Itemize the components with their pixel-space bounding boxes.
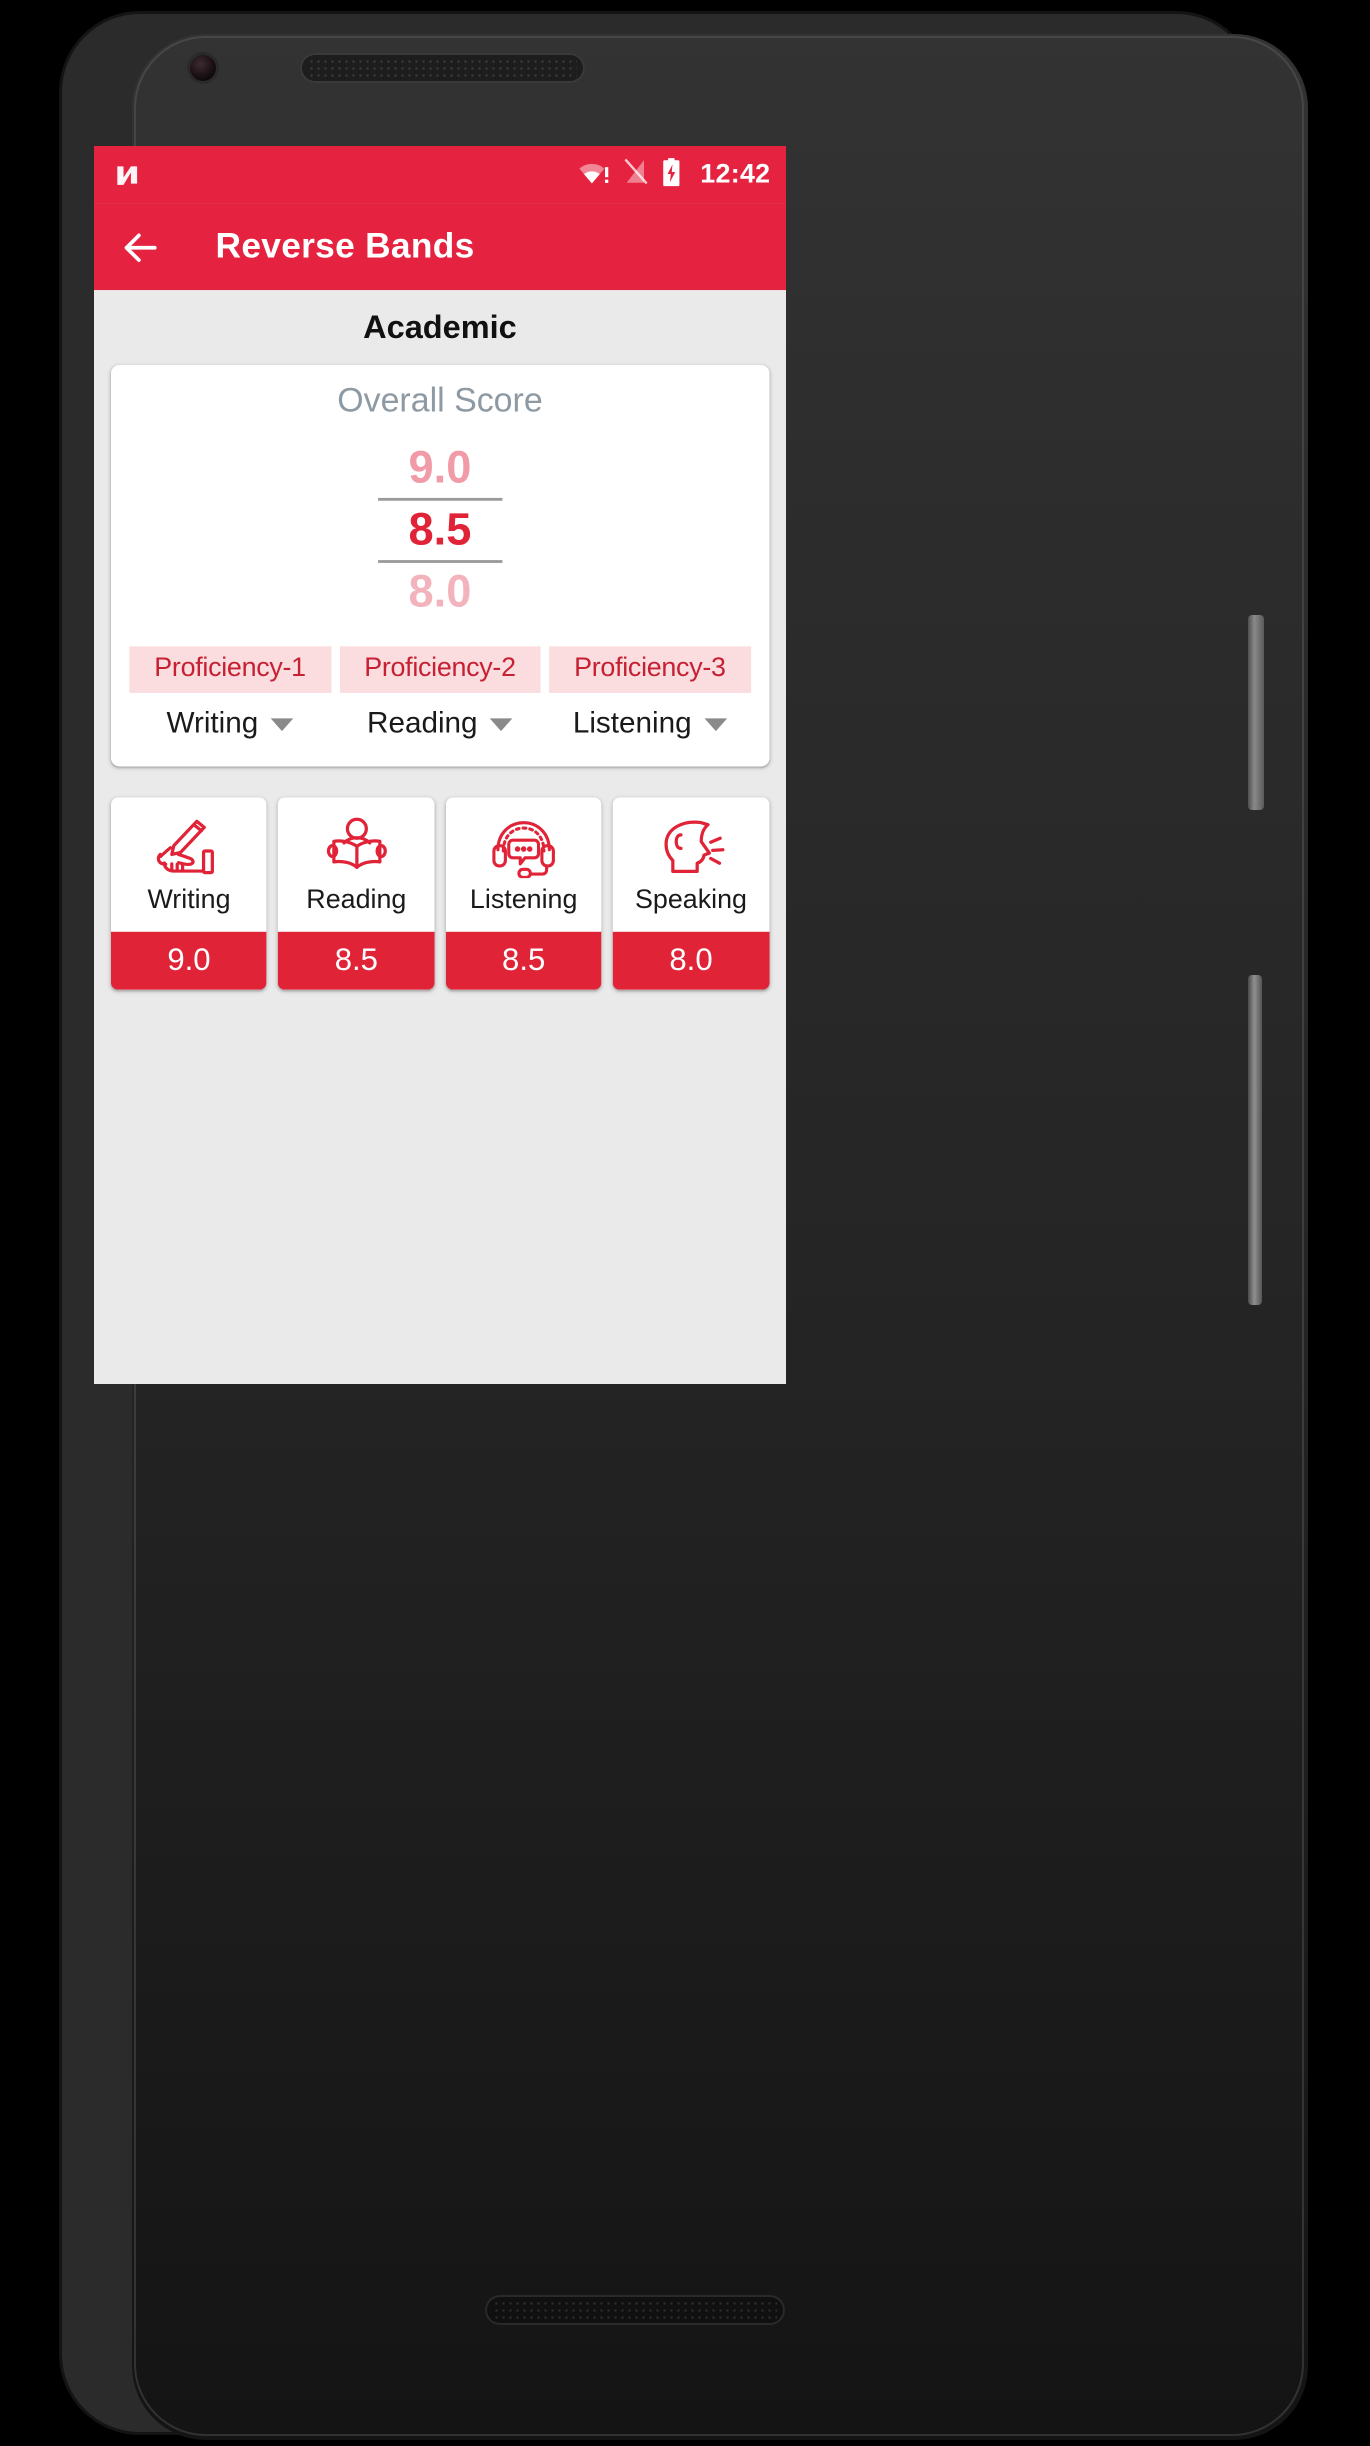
skill-card-reading-label: Reading (306, 885, 407, 916)
earpiece-speaker (300, 53, 585, 83)
skill-select-3-label: Listening (572, 707, 692, 740)
power-button[interactable] (1248, 615, 1264, 810)
proficiency-chip-1[interactable]: Proficiency-1 (129, 646, 331, 694)
skill-selects-row: Writing Reading Listening (111, 693, 769, 741)
signal-off-icon (624, 157, 648, 192)
chevron-down-icon[interactable] (490, 718, 513, 731)
front-camera-icon (190, 55, 216, 81)
skill-card-speaking[interactable]: Speaking 8.0 (612, 797, 770, 991)
skill-select-1[interactable]: Writing (129, 707, 330, 741)
reading-person-book-icon (321, 798, 392, 886)
overall-score-picker[interactable]: 9.0 8.5 8.0 (111, 430, 769, 624)
phone-screen: 12:42 Reverse Bands Academic Overall Sco… (94, 146, 786, 1384)
skill-select-1-label: Writing (166, 707, 259, 740)
speaking-head-icon (656, 798, 727, 886)
page-title: Reverse Bands (215, 226, 475, 267)
skill-card-reading[interactable]: Reading 8.5 (278, 797, 435, 991)
volume-rocker-button[interactable] (1248, 975, 1262, 1305)
picker-divider-top (377, 497, 503, 501)
proficiency-chips-row: Proficiency-1 Proficiency-2 Proficiency-… (111, 624, 769, 694)
skill-card-listening[interactable]: Listening 8.5 (445, 797, 602, 991)
skill-card-listening-label: Listening (469, 885, 578, 916)
picker-value-selected[interactable]: 8.5 (378, 503, 502, 556)
overall-score-label: Overall Score (337, 382, 543, 421)
overall-score-card: Overall Score 9.0 8.5 8.0 Proficiency-1 … (110, 365, 769, 767)
status-bar: 12:42 (94, 146, 786, 204)
picker-value-below[interactable]: 8.0 (378, 565, 502, 618)
writing-hand-pencil-icon (152, 798, 225, 886)
skill-card-writing[interactable]: Writing 9.0 (110, 797, 267, 991)
screenshot-stage: 12:42 Reverse Bands Academic Overall Sco… (0, 0, 1370, 2446)
skill-cards-row: Writing 9.0 Reading 8.5 Listening 8.5 Sp… (94, 767, 786, 991)
skill-card-speaking-score: 8.0 (612, 932, 770, 991)
section-title: Academic (363, 308, 517, 346)
bottom-speaker-grille (485, 2295, 785, 2325)
wifi-warning-icon (579, 158, 612, 192)
proficiency-chip-2[interactable]: Proficiency-2 (339, 646, 541, 694)
status-time: 12:42 (700, 160, 771, 190)
chevron-down-icon[interactable] (704, 718, 727, 731)
back-arrow-icon[interactable] (117, 223, 165, 271)
chevron-down-icon[interactable] (271, 718, 294, 731)
picker-value-above[interactable]: 9.0 (378, 441, 502, 494)
skill-card-writing-label: Writing (147, 885, 231, 916)
skill-card-reading-score: 8.5 (278, 932, 435, 991)
skill-card-listening-score: 8.5 (445, 932, 602, 991)
skill-select-2[interactable]: Reading (339, 707, 540, 741)
app-bar: Reverse Bands (94, 203, 786, 291)
skill-card-writing-score: 9.0 (110, 932, 267, 991)
content-area: Academic Overall Score 9.0 8.5 8.0 Profi… (94, 290, 786, 1384)
skill-select-3[interactable]: Listening (549, 707, 750, 741)
skill-select-2-label: Reading (367, 707, 478, 740)
listening-headset-icon (488, 798, 559, 886)
skill-card-speaking-label: Speaking (635, 885, 747, 916)
battery-charging-icon (661, 157, 682, 194)
picker-divider-bottom (377, 559, 503, 563)
proficiency-chip-3[interactable]: Proficiency-3 (549, 646, 751, 694)
android-n-logo-icon (112, 160, 142, 190)
